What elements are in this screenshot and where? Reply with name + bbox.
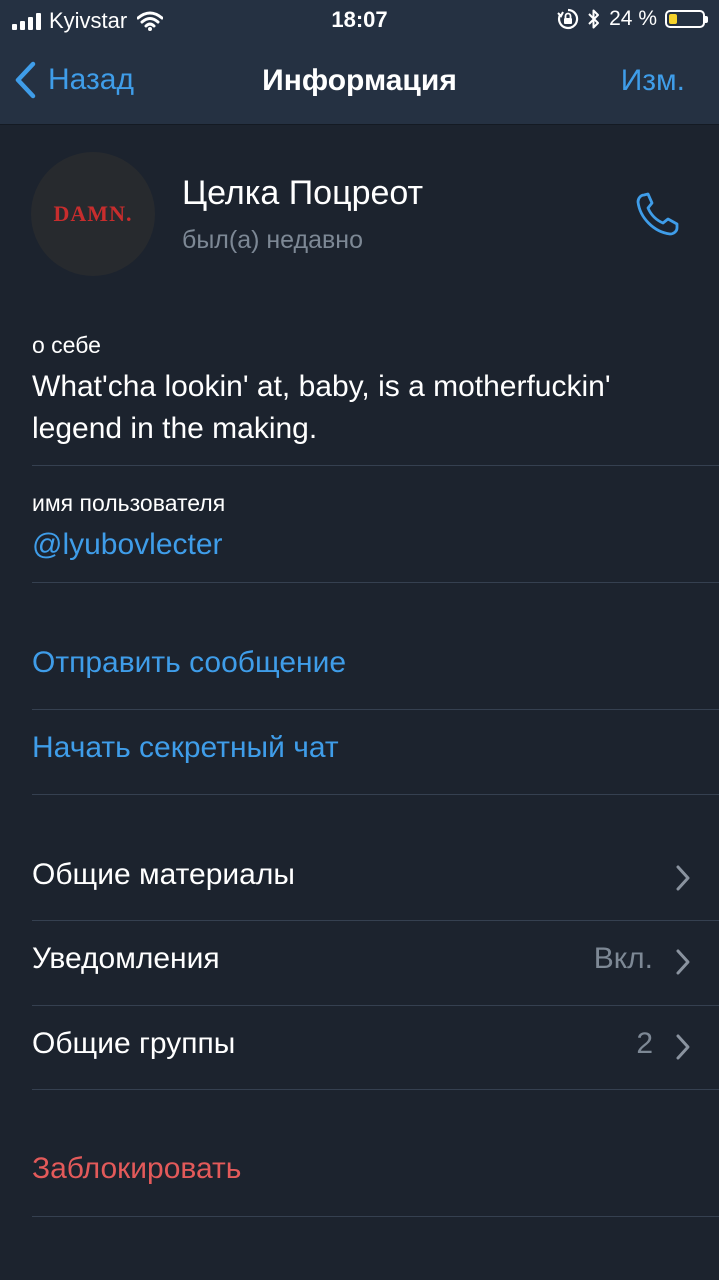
username-link[interactable]: @lyubovlecter — [32, 528, 223, 562]
status-right-group: 24 % — [557, 7, 708, 31]
battery-fill — [669, 14, 677, 24]
profile-name: Целка Поцреот — [182, 174, 424, 212]
battery-percent: 24 % — [609, 7, 657, 30]
avatar[interactable]: DAMN. — [31, 152, 155, 276]
common-groups-value: 2 — [636, 1027, 653, 1060]
common-groups-label: Общие группы — [32, 1027, 236, 1060]
chevron-right-icon — [676, 1034, 690, 1060]
back-button[interactable]: Назад — [14, 58, 134, 102]
bluetooth-icon — [588, 9, 600, 29]
notifications-row[interactable]: Уведомления Вкл. — [0, 921, 719, 1005]
block-label: Заблокировать — [32, 1152, 242, 1185]
divider — [32, 465, 719, 466]
orientation-lock-icon — [557, 8, 579, 30]
avatar-text: DAMN. — [53, 201, 133, 226]
profile-status: был(а) недавно — [182, 226, 364, 254]
common-groups-row[interactable]: Общие группы 2 — [0, 1006, 719, 1090]
shared-media-label: Общие материалы — [32, 858, 295, 891]
secret-chat-label: Начать секретный чат — [32, 731, 339, 764]
divider — [32, 794, 719, 795]
edit-button[interactable]: Изм. — [621, 64, 685, 98]
back-button-label: Назад — [48, 63, 134, 96]
send-message-label: Отправить сообщение — [32, 646, 347, 679]
about-text: What'cha lookin' at, baby, is a motherfu… — [32, 370, 611, 445]
phone-icon[interactable] — [630, 186, 686, 242]
username-label: имя пользователя — [32, 490, 226, 516]
notifications-value: Вкл. — [593, 942, 653, 975]
block-button[interactable]: Заблокировать — [0, 1131, 719, 1215]
divider — [32, 1216, 719, 1217]
about-label: о себе — [32, 332, 101, 358]
battery-icon — [665, 10, 708, 28]
divider — [32, 1089, 719, 1090]
nav-bar: Назад Информация Изм. — [0, 40, 719, 125]
send-message-button[interactable]: Отправить сообщение — [0, 625, 719, 709]
chevron-right-icon — [676, 949, 690, 975]
shared-media-row[interactable]: Общие материалы — [0, 837, 719, 921]
secret-chat-button[interactable]: Начать секретный чат — [0, 710, 719, 794]
chevron-left-icon — [15, 61, 36, 99]
notifications-label: Уведомления — [32, 942, 220, 975]
chevron-right-icon — [676, 865, 690, 891]
status-bar: Kyivstar 18:07 24 % — [0, 0, 719, 40]
divider — [32, 582, 719, 583]
